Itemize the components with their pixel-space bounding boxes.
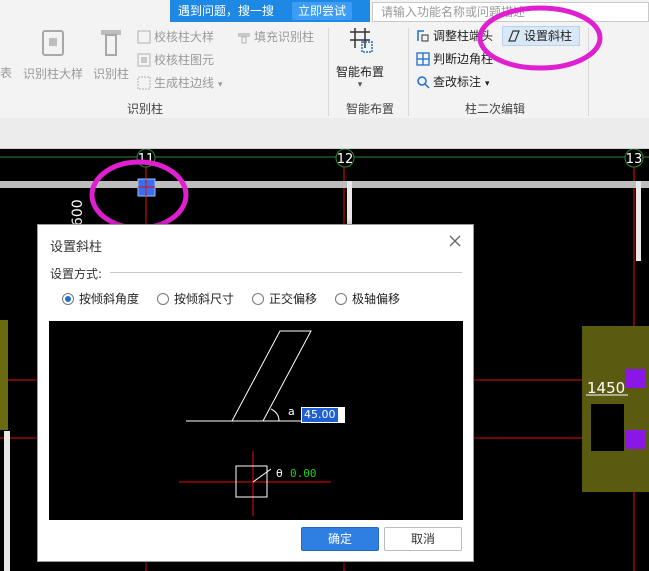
check-element-icon bbox=[137, 53, 151, 67]
radio-label: 按倾斜角度 bbox=[79, 292, 140, 306]
highlight-ring-ribbon bbox=[477, 5, 603, 71]
try-now-button[interactable]: 立即尝试 bbox=[292, 2, 352, 20]
axis-label-12: 12 bbox=[337, 152, 354, 167]
preview-pane: a θ 45.00 0.00 bbox=[49, 321, 463, 520]
smart-layout-button[interactable]: 智能布置 ▾ bbox=[334, 26, 386, 90]
column-icon bbox=[101, 30, 121, 56]
set-slant-column-dialog: 设置斜柱 设置方式: 按倾斜角度 按倾斜尺寸 正交偏移 极轴偏移 a θ 45.… bbox=[37, 224, 474, 562]
angle-value[interactable]: 45.00 bbox=[302, 408, 338, 422]
theta-value[interactable]: 0.00 bbox=[290, 467, 317, 480]
corner-column-icon bbox=[416, 52, 430, 66]
check-column-detail-button[interactable]: 校核柱大样 bbox=[137, 28, 214, 46]
check-column-element-button[interactable]: 校核柱图元 bbox=[137, 51, 214, 69]
column-opening bbox=[591, 404, 624, 451]
wall-segment[interactable] bbox=[4, 431, 10, 571]
radio-by-size[interactable]: 按倾斜尺寸 bbox=[157, 291, 234, 307]
angle-arc bbox=[270, 408, 280, 422]
help-notification-text: 遇到问题，搜一搜 bbox=[178, 4, 275, 18]
angle-symbol: a bbox=[288, 405, 295, 418]
generate-column-edge-button[interactable]: 生成柱边线 ▾ bbox=[137, 74, 223, 92]
mode-divider bbox=[110, 272, 462, 273]
radio-dot bbox=[335, 293, 347, 305]
fill-recognize-column-button[interactable]: 填充识别柱 bbox=[237, 28, 314, 46]
generate-column-edge-label: 生成柱边线 bbox=[154, 76, 215, 90]
ribbon-separator bbox=[408, 28, 409, 116]
recognize-group-label: 识别柱 bbox=[126, 102, 163, 116]
dimension-right: 1450 bbox=[587, 379, 625, 397]
column-detail-icon bbox=[42, 30, 64, 56]
edit-group-label: 柱二次编辑 bbox=[464, 102, 525, 116]
plan-direction-line bbox=[252, 468, 272, 483]
dropdown-arrow-icon: ▾ bbox=[218, 80, 223, 90]
radio-label: 极轴偏移 bbox=[352, 292, 401, 306]
annotation-icon bbox=[417, 76, 430, 89]
fill-recognize-column-label: 填充识别柱 bbox=[254, 30, 315, 44]
recognize-column-label: 识别柱 bbox=[92, 67, 129, 81]
smart-group-label: 智能布置 bbox=[345, 102, 394, 116]
preview-diagram: a θ bbox=[179, 330, 331, 516]
adjust-end-icon bbox=[417, 30, 429, 42]
olive-block[interactable] bbox=[0, 320, 8, 430]
check-detail-icon bbox=[137, 30, 151, 44]
purple-column[interactable] bbox=[626, 369, 645, 388]
radio-dot bbox=[252, 293, 264, 305]
recognize-column-detail-button[interactable]: 识别柱大样 bbox=[22, 28, 84, 82]
ribbon-separator bbox=[328, 28, 329, 116]
ribbon-cut-label[interactable]: 表 bbox=[0, 64, 12, 82]
help-notification: 遇到问题，搜一搜 立即尝试 bbox=[170, 0, 370, 22]
check-column-detail-label: 校核柱大样 bbox=[154, 30, 215, 44]
radio-polar-offset[interactable]: 极轴偏移 bbox=[335, 291, 400, 307]
wall-segment[interactable] bbox=[636, 181, 641, 261]
dialog-title: 设置斜柱 bbox=[50, 240, 103, 255]
fill-icon bbox=[238, 33, 250, 44]
radio-orthogonal-offset[interactable]: 正交偏移 bbox=[252, 291, 317, 307]
mode-label: 设置方式: bbox=[50, 267, 103, 281]
radio-dot bbox=[62, 293, 74, 305]
smart-layout-icon bbox=[350, 28, 373, 53]
check-column-element-label: 校核柱图元 bbox=[154, 53, 215, 67]
dropdown-arrow-icon: ▾ bbox=[485, 79, 490, 89]
radio-label: 正交偏移 bbox=[269, 292, 318, 306]
highlight-ring bbox=[477, 5, 603, 71]
slanted-column-shape bbox=[231, 330, 312, 422]
recognize-column-button[interactable]: 识别柱 bbox=[90, 28, 132, 82]
edge-line-icon bbox=[137, 76, 151, 90]
axis-label-13: 13 bbox=[626, 152, 643, 167]
ok-button[interactable]: 确定 bbox=[301, 527, 379, 551]
radio-label: 按倾斜尺寸 bbox=[174, 292, 235, 306]
smart-layout-label: 智能布置 bbox=[335, 65, 384, 79]
recognize-column-detail-label: 识别柱大样 bbox=[22, 67, 83, 81]
ribbon-status-strip bbox=[0, 118, 649, 149]
radio-by-angle[interactable]: 按倾斜角度 bbox=[62, 291, 139, 307]
cancel-button[interactable]: 取消 bbox=[384, 527, 462, 551]
radio-dot bbox=[157, 293, 169, 305]
purple-column[interactable] bbox=[626, 430, 645, 449]
close-icon[interactable] bbox=[447, 233, 463, 249]
theta-symbol: θ bbox=[276, 467, 283, 480]
dropdown-arrow-icon: ▾ bbox=[357, 80, 363, 90]
